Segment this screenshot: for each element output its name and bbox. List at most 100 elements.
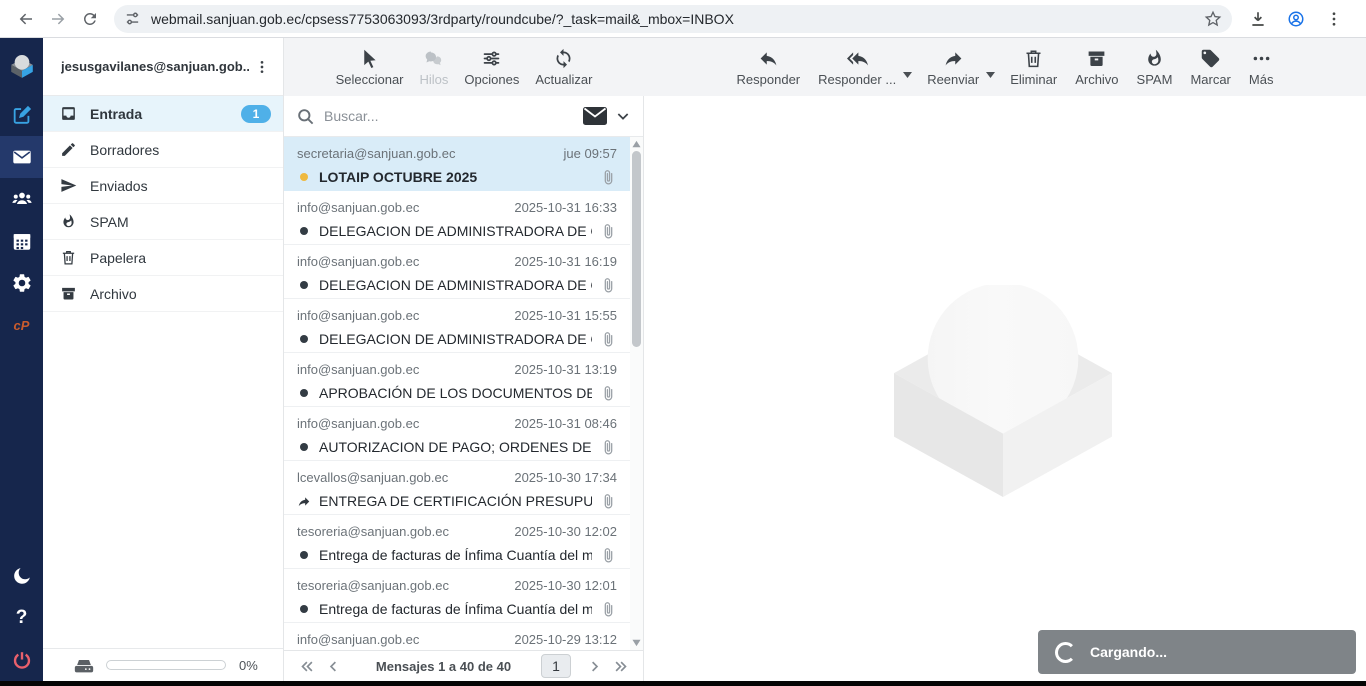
prev-page-button[interactable] xyxy=(320,654,346,678)
mark-button[interactable]: Marcar xyxy=(1187,48,1233,87)
back-icon[interactable] xyxy=(10,3,42,35)
folder-spam[interactable]: SPAM xyxy=(43,204,283,240)
message-row[interactable]: info@sanjuan.gob.ec2025-10-31 15:55 DELE… xyxy=(284,299,643,353)
loading-toast: Cargando... xyxy=(1038,630,1356,674)
last-page-button[interactable] xyxy=(607,654,633,678)
list-scrollbar[interactable] xyxy=(630,137,643,650)
refresh-icon[interactable] xyxy=(74,3,106,35)
loading-text: Cargando... xyxy=(1090,644,1167,660)
paperclip-icon xyxy=(600,547,617,564)
address-bar[interactable]: webmail.sanjuan.gob.ec/cpsess7753063093/… xyxy=(114,5,1232,33)
folder-archive[interactable]: Archivo xyxy=(43,276,283,312)
flag-indicator xyxy=(297,443,311,451)
reply-button[interactable]: Responder xyxy=(734,48,804,87)
bookmark-star-icon[interactable] xyxy=(1204,10,1222,28)
flag-indicator xyxy=(297,173,311,181)
forwarded-icon xyxy=(297,494,311,509)
account-email: jesusgavilanes@sanjuan.gob.... xyxy=(61,59,249,74)
trash-icon xyxy=(60,249,77,266)
spinner-icon xyxy=(1055,642,1076,663)
downloads-icon[interactable] xyxy=(1242,3,1274,35)
page-number-input[interactable] xyxy=(541,654,571,678)
folder-trash[interactable]: Papelera xyxy=(43,240,283,276)
spam-button[interactable]: SPAM xyxy=(1134,48,1176,87)
url-text[interactable]: webmail.sanjuan.gob.ec/cpsess7753063093/… xyxy=(151,11,1204,27)
search-input[interactable] xyxy=(324,108,583,124)
compose-icon[interactable] xyxy=(0,94,43,136)
help-icon[interactable]: ? xyxy=(0,597,43,639)
site-settings-icon[interactable] xyxy=(124,10,141,27)
screen: webmail.sanjuan.gob.ec/cpsess7753063093/… xyxy=(0,0,1366,686)
chrome-actions xyxy=(1242,3,1350,35)
scrollbar-thumb[interactable] xyxy=(632,151,641,347)
contacts-icon[interactable] xyxy=(0,178,43,220)
message-row[interactable]: info@sanjuan.gob.ec2025-10-31 13:19 APRO… xyxy=(284,353,643,407)
flag-indicator xyxy=(297,389,311,397)
scroll-down-icon[interactable] xyxy=(632,638,641,647)
profile-icon[interactable] xyxy=(1280,3,1312,35)
folder-drafts[interactable]: Borradores xyxy=(43,132,283,168)
reply-all-caret-icon[interactable] xyxy=(903,65,912,83)
account-menu-kebab-icon[interactable] xyxy=(249,54,275,80)
refresh-button[interactable]: Actualizar xyxy=(532,48,595,87)
quota-bar: 0% xyxy=(43,648,283,681)
content-pane: Cargando... xyxy=(644,96,1366,681)
forward-button[interactable]: Reenviar xyxy=(924,48,982,87)
paperclip-icon xyxy=(600,277,617,294)
tag-icon xyxy=(1200,48,1221,69)
forward-icon xyxy=(943,48,964,69)
logout-power-icon[interactable] xyxy=(0,639,43,681)
forward-icon[interactable] xyxy=(42,3,74,35)
threads-button[interactable]: Hilos xyxy=(417,48,452,87)
menu-kebab-icon[interactable] xyxy=(1318,3,1350,35)
list-toolbar: Seleccionar Hilos Opciones Actualizar xyxy=(284,38,644,96)
paperclip-icon xyxy=(600,223,617,240)
search-scope-mail-icon[interactable] xyxy=(583,107,607,125)
flag-indicator xyxy=(297,551,311,559)
quota-progress xyxy=(106,660,226,670)
message-row[interactable]: tesoreria@sanjuan.gob.ec2025-10-30 12:02… xyxy=(284,515,643,569)
flag-indicator xyxy=(297,227,311,235)
first-page-button[interactable] xyxy=(294,654,320,678)
message-row[interactable]: lcevallos@sanjuan.gob.ec2025-10-30 17:34… xyxy=(284,461,643,515)
dark-mode-moon-icon[interactable] xyxy=(0,555,43,597)
message-row[interactable]: info@sanjuan.gob.ec2025-10-29 13:12 xyxy=(284,623,643,650)
message-row[interactable]: tesoreria@sanjuan.gob.ec2025-10-30 12:01… xyxy=(284,569,643,623)
archive-box-icon xyxy=(1086,48,1107,69)
forward-caret-icon[interactable] xyxy=(986,65,995,83)
roundcube-logo-icon[interactable] xyxy=(0,38,43,94)
reply-icon xyxy=(758,48,779,69)
message-row[interactable]: info@sanjuan.gob.ec2025-10-31 16:19 DELE… xyxy=(284,245,643,299)
message-row[interactable]: info@sanjuan.gob.ec2025-10-31 08:46 AUTO… xyxy=(284,407,643,461)
mail-icon[interactable] xyxy=(0,136,43,178)
select-button[interactable]: Seleccionar xyxy=(333,48,407,87)
options-button[interactable]: Opciones xyxy=(461,48,522,87)
folder-inbox[interactable]: Entrada 1 xyxy=(43,96,283,132)
ellipsis-icon xyxy=(1251,48,1272,69)
paperclip-icon xyxy=(600,493,617,510)
archive-button[interactable]: Archivo xyxy=(1072,48,1121,87)
flag-indicator xyxy=(297,494,311,509)
settings-gear-icon[interactable] xyxy=(0,262,43,304)
cpanel-icon[interactable]: cP xyxy=(0,304,43,346)
sync-icon xyxy=(553,48,574,69)
account-header: jesusgavilanes@sanjuan.gob.... xyxy=(43,38,283,96)
folder-sent[interactable]: Enviados xyxy=(43,168,283,204)
scroll-up-icon[interactable] xyxy=(632,140,641,149)
delete-button[interactable]: Eliminar xyxy=(1007,48,1060,87)
browser-toolbar: webmail.sanjuan.gob.ec/cpsess7753063093/… xyxy=(0,0,1366,38)
storage-disk-icon xyxy=(73,654,95,676)
reply-all-button[interactable]: Responder ... xyxy=(815,48,899,87)
webmail-app: cP ? jesusgavilanes@sanjuan.gob.... xyxy=(0,38,1366,681)
chat-bubbles-icon xyxy=(423,48,444,69)
flag-indicator xyxy=(297,335,311,343)
message-row[interactable]: info@sanjuan.gob.ec2025-10-31 16:33 DELE… xyxy=(284,191,643,245)
chevron-down-icon[interactable] xyxy=(615,108,631,124)
more-button[interactable]: Más xyxy=(1246,48,1277,87)
pagination-label: Mensajes 1 a 40 de 40 xyxy=(346,659,541,674)
folder-panel: jesusgavilanes@sanjuan.gob.... Entrada 1… xyxy=(43,38,284,681)
screen-bottom-strip xyxy=(0,681,1366,686)
next-page-button[interactable] xyxy=(581,654,607,678)
message-row[interactable]: secretaria@sanjuan.gob.ecjue 09:57 LOTAI… xyxy=(284,137,643,191)
calendar-icon[interactable] xyxy=(0,220,43,262)
